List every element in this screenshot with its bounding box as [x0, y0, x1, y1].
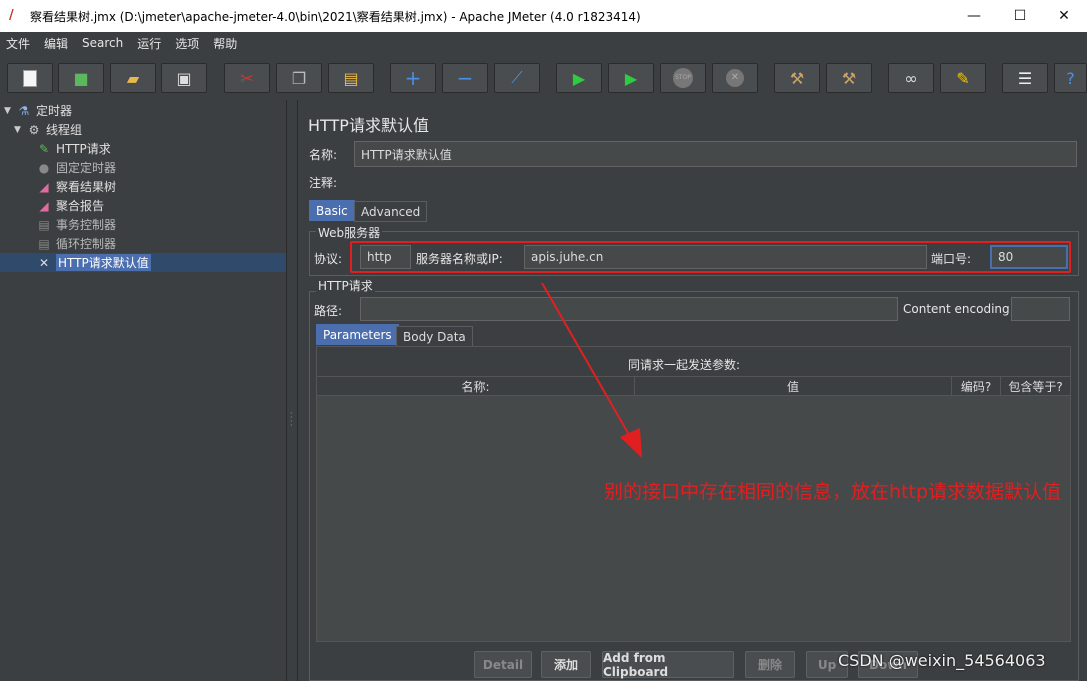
paste-icon[interactable]: ▤	[328, 63, 374, 93]
templates-icon[interactable]: ■	[58, 63, 104, 93]
tab-basic[interactable]: Basic	[309, 200, 355, 221]
collapse-icon[interactable]: −	[442, 63, 488, 93]
shutdown-icon[interactable]: ✕	[712, 63, 758, 93]
annotation-text: 别的接口中存在相同的信息，放在http请求数据默认值	[604, 481, 1062, 503]
path-label: 路径:	[314, 304, 343, 318]
parameters-table[interactable]	[316, 376, 1071, 642]
search-icon[interactable]: ∞	[888, 63, 934, 93]
menu-file[interactable]: 文件	[6, 35, 30, 52]
close-button[interactable]: ✕	[1041, 0, 1087, 32]
add-from-clipboard-button[interactable]: Add from Clipboard	[602, 651, 734, 679]
title-bar: / 察看结果树.jmx (D:\jmeter\apache-jmeter-4.0…	[0, 0, 1087, 32]
highlight-box	[350, 241, 1071, 273]
menu-run[interactable]: 运行	[137, 35, 161, 52]
tree-item-test-plan[interactable]: ▼ ⚗ 定时器	[4, 101, 72, 120]
table-header: 名称: 值 编码? 包含等于?	[316, 376, 1071, 396]
controller-icon: ▤	[38, 236, 50, 251]
timer-icon: ●	[38, 160, 50, 175]
menu-bar: 文件 编辑 Search 运行 选项 帮助	[0, 32, 1087, 54]
cut-icon[interactable]: ✂	[224, 63, 270, 93]
toggle-icon[interactable]: ⟋	[494, 63, 540, 93]
function-helper-icon[interactable]: ☰	[1002, 63, 1048, 93]
new-icon[interactable]	[7, 63, 53, 93]
path-field[interactable]	[360, 297, 898, 321]
detail-button[interactable]: Detail	[474, 651, 532, 678]
expand-arrow-icon[interactable]: ▼	[14, 125, 26, 135]
tab-advanced[interactable]: Advanced	[354, 201, 428, 222]
help-icon[interactable]: ?	[1054, 63, 1087, 93]
thread-group-icon: ⚙	[28, 122, 40, 137]
save-icon[interactable]: ▣	[161, 63, 207, 93]
minimize-button[interactable]: —	[951, 0, 997, 32]
name-field[interactable]: HTTP请求默认值	[354, 141, 1077, 167]
grip-icon: · · · ·	[290, 409, 293, 430]
name-label: 名称:	[309, 148, 338, 162]
encoding-field[interactable]	[1011, 297, 1070, 321]
menu-options[interactable]: 选项	[175, 35, 199, 52]
config-panel: HTTP请求默认值 名称: HTTP请求默认值 注释: Basic Advanc…	[298, 100, 1087, 681]
expand-icon[interactable]: +	[390, 63, 436, 93]
tree-item-constant-timer[interactable]: ● 固定定时器	[36, 158, 116, 177]
tree-item-view-results-tree[interactable]: ◢ 察看结果树	[36, 177, 116, 196]
listener-icon: ◢	[39, 198, 49, 213]
clear-all-icon[interactable]: ⚒	[826, 63, 872, 93]
reset-search-icon[interactable]: ✎	[940, 63, 986, 93]
controller-icon: ▤	[38, 217, 50, 232]
tree-item-aggregate-report[interactable]: ◢ 聚合报告	[36, 196, 104, 215]
config-icon: ✕	[38, 255, 50, 270]
test-plan-tree: ▼ ⚗ 定时器 ▼ ⚙ 线程组 ✎ HTTP请求 ● 固定定时器 ◢ 察看结果树…	[0, 100, 286, 681]
open-icon[interactable]: ▰	[110, 63, 156, 93]
menu-search[interactable]: Search	[82, 36, 123, 50]
column-encode[interactable]: 编码?	[952, 377, 1001, 395]
column-name[interactable]: 名称:	[317, 377, 635, 395]
copy-icon[interactable]: ❐	[276, 63, 322, 93]
test-plan-icon: ⚗	[18, 103, 30, 118]
maximize-button[interactable]: ☐	[997, 0, 1043, 32]
clear-icon[interactable]: ⚒	[774, 63, 820, 93]
comment-label: 注释:	[309, 176, 338, 190]
watermark: CSDN @weixin_54564063	[838, 651, 1046, 670]
add-button[interactable]: 添加	[541, 651, 591, 678]
tree-item-http-defaults[interactable]: ✕ HTTP请求默认值	[0, 253, 286, 272]
column-value[interactable]: 值	[635, 377, 952, 395]
menu-help[interactable]: 帮助	[213, 35, 237, 52]
window-title: 察看结果树.jmx (D:\jmeter\apache-jmeter-4.0\b…	[30, 9, 641, 24]
listener-icon: ◢	[39, 179, 49, 194]
tab-parameters[interactable]: Parameters	[316, 324, 399, 345]
params-caption: 同请求一起发送参数:	[628, 358, 741, 372]
start-icon[interactable]: ▶	[556, 63, 602, 93]
expand-arrow-icon[interactable]: ▼	[4, 106, 16, 116]
tab-body-data[interactable]: Body Data	[396, 326, 473, 347]
delete-button[interactable]: 删除	[745, 651, 795, 678]
start-no-pause-icon[interactable]: ▶	[608, 63, 654, 93]
tree-item-loop-controller[interactable]: ▤ 循环控制器	[36, 234, 116, 253]
panel-title: HTTP请求默认值	[308, 116, 429, 135]
http-request-group-title: HTTP请求	[316, 277, 375, 294]
web-server-group-title: Web服务器	[316, 224, 383, 241]
protocol-label: 协议:	[314, 252, 343, 266]
toolbar: ■ ▰ ▣ ✂ ❐ ▤ + − ⟋ ▶ ▶ STOP ✕ ⚒ ⚒ ∞ ✎ ☰ ?	[0, 56, 1087, 100]
encoding-label: Content encoding:	[903, 302, 1014, 316]
tree-item-http-request[interactable]: ✎ HTTP请求	[36, 139, 111, 158]
stop-icon[interactable]: STOP	[660, 63, 706, 93]
tree-item-transaction-controller[interactable]: ▤ 事务控制器	[36, 215, 116, 234]
menu-edit[interactable]: 编辑	[44, 35, 68, 52]
column-include-equals[interactable]: 包含等于?	[1001, 377, 1070, 395]
jmeter-feather-icon: /	[9, 8, 14, 23]
comment-field[interactable]	[348, 171, 1077, 191]
split-pane-divider[interactable]: · · · ·	[286, 100, 298, 681]
tree-item-thread-group[interactable]: ▼ ⚙ 线程组	[14, 120, 82, 139]
sampler-icon: ✎	[38, 141, 50, 156]
